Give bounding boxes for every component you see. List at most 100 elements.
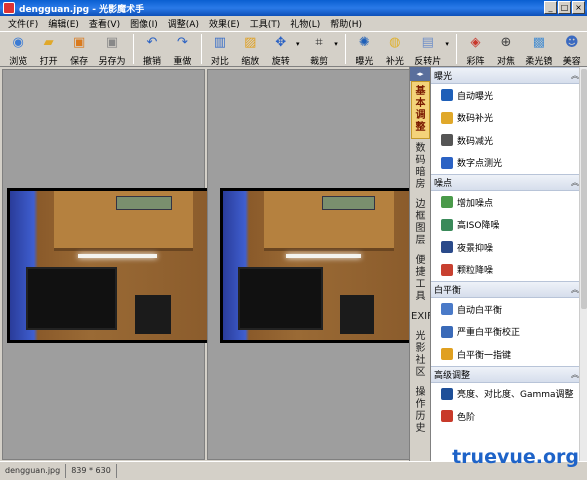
exposure-icon: ✺ bbox=[358, 35, 370, 50]
menu-effects[interactable]: 效果(E) bbox=[204, 17, 245, 30]
compare-button[interactable]: ▥ 对比 bbox=[205, 32, 235, 67]
menu-image[interactable]: 图像(I) bbox=[125, 17, 163, 30]
original-photo bbox=[7, 188, 212, 343]
tab-exif[interactable]: EXIF bbox=[411, 307, 433, 327]
option-wb-one-touch[interactable]: 白平衡一指键 bbox=[431, 343, 587, 366]
menu-tools[interactable]: 工具(T) bbox=[245, 17, 286, 30]
color-matrix-label: 彩阵 bbox=[466, 57, 485, 67]
reversal-film-label: 反转片 bbox=[414, 57, 442, 67]
save-button[interactable]: ▣ 保存 bbox=[64, 32, 94, 67]
main-toolbar: ◉ 浏览 ▰ 打开 ▣ 保存 ▣ 另存为 ↶ 撤销 ↷ 重做 ▥ 对比 ▨ 缩放 ✥ 旋转 ▾ ⌗… bbox=[0, 31, 587, 67]
menu-edit[interactable]: 编辑(E) bbox=[43, 17, 84, 30]
section-header[interactable]: 高级调整 ︽ bbox=[431, 365, 587, 383]
option-label: 白平衡一指键 bbox=[457, 350, 512, 361]
tab-quick-tools[interactable]: 便捷工具 bbox=[411, 251, 430, 307]
redo-button[interactable]: ↷ 重做 bbox=[167, 32, 197, 67]
option-label: 亮度、对比度、Gamma调整 bbox=[457, 390, 574, 401]
section-white-balance: 白平衡 ︽ 自动白平衡 严重白平衡校正 白平衡一指键 bbox=[431, 281, 587, 366]
open-label: 打开 bbox=[39, 57, 58, 67]
browse-button[interactable]: ◉ 浏览 bbox=[3, 32, 33, 67]
tab-digital-darkroom[interactable]: 数码暗房 bbox=[411, 139, 430, 195]
tab-history[interactable]: 操作历史 bbox=[411, 383, 430, 439]
browse-icon: ◉ bbox=[12, 35, 24, 50]
tab-basic-adjust[interactable]: 基本调整 bbox=[411, 81, 430, 139]
color-matrix-button[interactable]: ◈ 彩阵 bbox=[460, 32, 490, 67]
save-as-icon: ▣ bbox=[105, 35, 119, 50]
section-header[interactable]: 曝光 ︽ bbox=[431, 67, 587, 84]
collapse-panel-toggle[interactable]: ◂▸ bbox=[410, 67, 430, 81]
option-digital-reduce[interactable]: 数码减光 bbox=[431, 129, 587, 152]
option-label: 严重白平衡校正 bbox=[457, 328, 521, 339]
section-title: 噪点 bbox=[434, 179, 453, 189]
option-night-denoise[interactable]: 夜景抑噪 bbox=[431, 236, 587, 259]
brightness-contrast-icon bbox=[441, 387, 453, 400]
crop-dropdown[interactable]: ▾ bbox=[334, 32, 342, 48]
option-spot-meter[interactable]: 数字点测光 bbox=[431, 152, 587, 175]
spot-meter-icon bbox=[441, 156, 453, 169]
maximize-button[interactable]: □ bbox=[558, 1, 571, 14]
exposure-label: 曝光 bbox=[355, 57, 374, 67]
menu-adjust[interactable]: 调整(A) bbox=[163, 17, 204, 30]
original-image-pane[interactable] bbox=[2, 69, 212, 460]
rotate-icon: ✥ bbox=[275, 35, 287, 50]
status-filename: dengguan.jpg bbox=[0, 464, 67, 478]
reversal-film-button[interactable]: ▤ 反转片 bbox=[410, 32, 445, 67]
option-digital-fill[interactable]: 数码补光 bbox=[431, 107, 587, 130]
exposure-button[interactable]: ✺ 曝光 bbox=[349, 32, 379, 67]
digital-fill-icon bbox=[441, 111, 453, 124]
panel-scrollbar[interactable] bbox=[579, 67, 587, 461]
section-exposure: 曝光 ︽ 自动曝光 数码补光 数码减光 数字点测光 bbox=[431, 67, 587, 174]
focus-icon: ⊕ bbox=[500, 35, 512, 50]
minimize-button[interactable]: _ bbox=[544, 1, 557, 14]
save-label: 保存 bbox=[70, 57, 89, 67]
tab-frame-layer[interactable]: 边框图层 bbox=[411, 195, 430, 251]
option-auto-exposure[interactable]: 自动曝光 bbox=[431, 84, 587, 107]
close-button[interactable]: × bbox=[572, 1, 585, 14]
adjustment-panel: 曝光 ︽ 自动曝光 数码补光 数码减光 数字点测光 噪点 ︽ 增加噪点 高ISO降噪… bbox=[430, 67, 587, 461]
fill-light-button[interactable]: ◍ 补光 bbox=[380, 32, 410, 67]
scrollbar-thumb[interactable] bbox=[581, 69, 587, 309]
rotate-label: 旋转 bbox=[271, 57, 290, 67]
workspace bbox=[0, 67, 412, 461]
beauty-button[interactable]: ☻ 美容 bbox=[557, 32, 587, 67]
reversal-film-dropdown[interactable]: ▾ bbox=[445, 32, 453, 48]
preview-image-pane[interactable] bbox=[207, 69, 412, 460]
open-button[interactable]: ▰ 打开 bbox=[33, 32, 63, 67]
zoom-button[interactable]: ▨ 缩放 bbox=[235, 32, 265, 67]
option-grain-denoise[interactable]: 颗粒降噪 bbox=[431, 259, 587, 282]
undo-button[interactable]: ↶ 撤销 bbox=[137, 32, 167, 67]
crop-label: 裁剪 bbox=[310, 57, 329, 67]
save-icon: ▣ bbox=[72, 35, 86, 50]
section-header[interactable]: 噪点 ︽ bbox=[431, 174, 587, 191]
tab-community[interactable]: 光影社区 bbox=[411, 327, 430, 383]
side-tabs: ◂▸ 基本调整 数码暗房 边框图层 便捷工具 EXIF 光影社区 操作历史 bbox=[409, 67, 433, 461]
option-brightness-contrast[interactable]: 亮度、对比度、Gamma调整 bbox=[431, 383, 587, 406]
toolbar-separator bbox=[132, 34, 134, 64]
redo-icon: ↷ bbox=[176, 35, 188, 50]
focus-label: 对焦 bbox=[496, 57, 515, 67]
section-header[interactable]: 白平衡 ︽ bbox=[431, 281, 587, 298]
focus-button[interactable]: ⊕ 对焦 bbox=[491, 32, 521, 67]
option-levels[interactable]: 色阶 bbox=[431, 405, 587, 428]
option-wb-correct[interactable]: 严重白平衡校正 bbox=[431, 321, 587, 344]
rotate-dropdown[interactable]: ▾ bbox=[296, 32, 304, 48]
rotate-button[interactable]: ✥ 旋转 bbox=[266, 32, 296, 67]
menu-gifts[interactable]: 礼物(L) bbox=[285, 17, 325, 30]
save-as-label: 另存为 bbox=[98, 57, 126, 67]
option-label: 色阶 bbox=[457, 412, 476, 423]
option-iso-denoise[interactable]: 高ISO降噪 bbox=[431, 214, 587, 237]
menu-help[interactable]: 帮助(H) bbox=[325, 17, 367, 30]
menu-file[interactable]: 文件(F) bbox=[3, 17, 43, 30]
option-label: 颗粒降噪 bbox=[457, 266, 494, 277]
crop-button[interactable]: ⌗ 裁剪 bbox=[304, 32, 334, 67]
option-auto-wb[interactable]: 自动白平衡 bbox=[431, 298, 587, 321]
auto-exposure-icon bbox=[441, 89, 453, 102]
option-add-noise[interactable]: 增加噪点 bbox=[431, 191, 587, 214]
open-folder-icon: ▰ bbox=[43, 35, 54, 50]
menu-view[interactable]: 查看(V) bbox=[84, 17, 125, 30]
option-label: 增加噪点 bbox=[457, 198, 494, 209]
option-label: 夜景抑噪 bbox=[457, 243, 494, 254]
soft-lens-button[interactable]: ▩ 柔光镜 bbox=[521, 32, 556, 67]
night-denoise-icon bbox=[441, 241, 453, 254]
save-as-button[interactable]: ▣ 另存为 bbox=[94, 32, 129, 67]
